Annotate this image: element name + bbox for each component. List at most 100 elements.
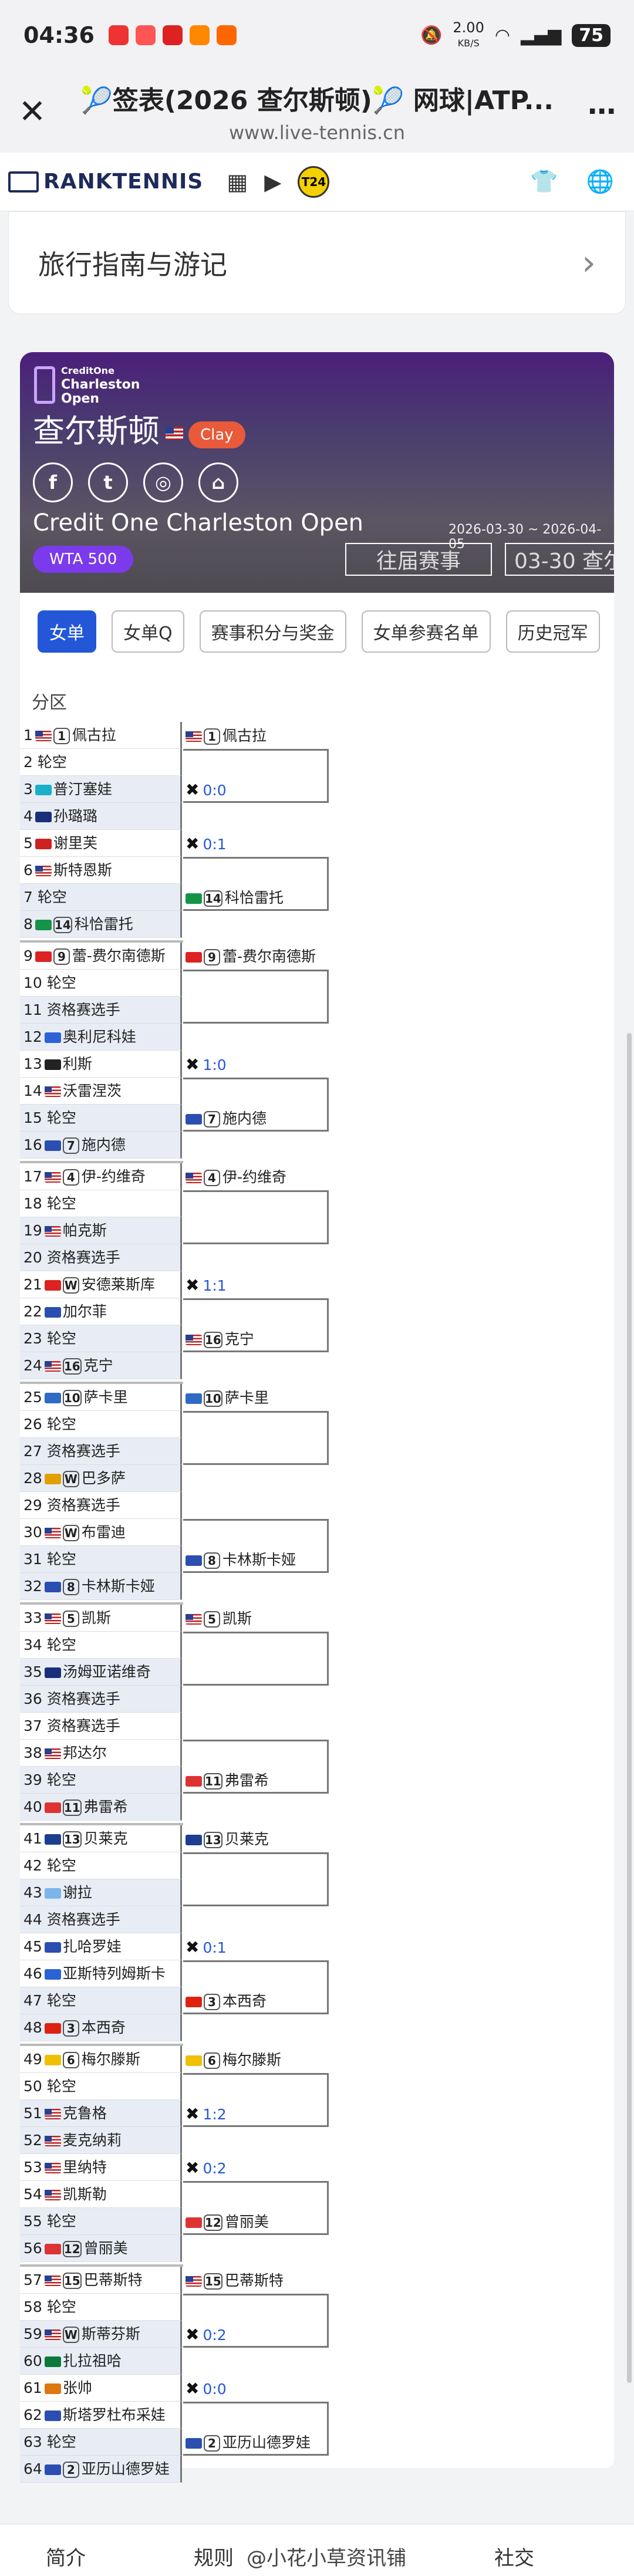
draw-slot[interactable]: 28 W 巴多萨 [20,1465,182,1492]
draw-slot[interactable]: 33 5 凯斯 [20,1605,182,1632]
round2-player[interactable]: 5 凯斯 [183,1607,329,1630]
draw-slot[interactable]: 39 轮空 [20,1767,182,1794]
match-score[interactable]: ✖ 0:1 [183,1936,329,1959]
draw-slot[interactable]: 38 邦达尔 [20,1740,182,1767]
draw-slot[interactable]: 54 凯斯勒 [20,2181,182,2208]
t24-icon[interactable]: T24 [298,166,330,198]
round2-player[interactable]: 6 梅尔滕斯 [183,2048,329,2072]
draw-slot[interactable]: 3 普汀塞娃 [20,776,182,803]
draw-slot[interactable]: 32 8 卡林斯卡娅 [20,1573,182,1600]
draw-slot[interactable]: 5 谢里芙 [20,830,182,857]
tab-entry-list[interactable]: 女单参赛名单 [361,610,491,653]
draw-slot[interactable]: 62 斯塔罗杜布采娃 [20,2402,182,2429]
nav-rules[interactable]: 规则 [194,2542,234,2571]
draw-slot[interactable]: 42 轮空 [20,1852,182,1879]
draw-slot[interactable]: 19 帕克斯 [20,1217,182,1244]
round2-player[interactable]: 13 贝莱克 [183,1828,329,1851]
draw-slot[interactable]: 31 轮空 [20,1546,182,1573]
draw-slot[interactable]: 34 轮空 [20,1632,182,1659]
draw-slot[interactable]: 26 轮空 [20,1411,182,1438]
travel-guide-link[interactable]: 旅行指南与游记 › [8,211,626,314]
draw-slot[interactable]: 17 4 伊-约维奇 [20,1163,182,1190]
draw-slot[interactable]: 30 W 布雷迪 [20,1519,182,1546]
more-menu-icon[interactable]: ⋯ [569,95,634,128]
draw-slot[interactable]: 12 奥利尼科娃 [20,1024,182,1051]
facebook-icon[interactable]: f [33,462,73,502]
round2-player[interactable]: 4 伊-约维奇 [183,1166,329,1189]
draw-slot[interactable]: 50 轮空 [20,2073,182,2100]
grid-icon[interactable]: ▦ [227,169,248,195]
draw-slot[interactable]: 57 15 巴蒂斯特 [20,2267,182,2294]
draw-slot[interactable]: 64 2 亚历山德罗娃 [20,2456,182,2483]
date-select[interactable]: 03-30 查尔 [505,543,614,576]
past-editions-button[interactable]: 往届赛事 [345,543,492,576]
video-icon[interactable]: ▶ [264,169,281,195]
tab-points-prize[interactable]: 赛事积分与奖金 [199,610,346,653]
tab-qualifying[interactable]: 女单Q [112,610,184,653]
tab-past-champions[interactable]: 历史冠军 [505,610,600,653]
draw-slot[interactable]: 8 14 科恰雷托 [20,911,182,938]
shirt-icon[interactable]: 👕 [530,168,558,195]
draw-slot[interactable]: 37 资格赛选手 [20,1713,182,1740]
match-score[interactable]: ✖ 1:0 [183,1053,329,1076]
draw-slot[interactable]: 4 孙璐璐 [20,803,182,830]
draw-slot[interactable]: 20 资格赛选手 [20,1244,182,1271]
draw-slot[interactable]: 63 轮空 [20,2429,182,2456]
draw-slot[interactable]: 45 扎哈罗娃 [20,1933,182,1960]
draw-slot[interactable]: 46 亚斯特列姆斯卡 [20,1960,182,1987]
draw-slot[interactable]: 47 轮空 [20,1987,182,2014]
draw-slot[interactable]: 29 资格赛选手 [20,1492,182,1519]
match-score[interactable]: ✖ 1:1 [183,1274,329,1297]
draw-slot[interactable]: 2 轮空 [20,749,182,776]
round2-player[interactable]: 9 蕾-费尔南德斯 [183,945,329,968]
nav-intro[interactable]: 简介 [46,2542,86,2571]
draw-slot[interactable]: 7 轮空 [20,884,182,911]
draw-slot[interactable]: 10 轮空 [20,970,182,997]
close-icon[interactable]: ✕ [0,93,65,131]
scrollbar[interactable] [627,1033,632,2383]
nav-social[interactable]: 社交 [494,2542,534,2571]
match-score[interactable]: ✖ 0:1 [183,832,329,856]
draw-slot[interactable]: 9 9 蕾-费尔南德斯 [20,943,182,970]
draw-slot[interactable]: 13 利斯 [20,1051,182,1078]
draw-slot[interactable]: 35 汤姆亚诺维奇 [20,1659,182,1686]
draw-slot[interactable]: 41 13 贝莱克 [20,1825,182,1852]
draw-slot[interactable]: 6 斯特恩斯 [20,857,182,884]
draw-slot[interactable]: 53 里纳特 [20,2154,182,2181]
draw-slot[interactable]: 36 资格赛选手 [20,1686,182,1713]
draw-slot[interactable]: 14 沃雷涅茨 [20,1078,182,1105]
match-score[interactable]: ✖ 0:0 [183,2377,329,2401]
twitter-icon[interactable]: t [88,462,128,502]
draw-slot[interactable]: 24 16 克宁 [20,1352,182,1379]
draw-slot[interactable]: 56 12 曾丽美 [20,2235,182,2262]
draw-slot[interactable]: 58 轮空 [20,2294,182,2321]
draw-slot[interactable]: 59 W 斯蒂芬斯 [20,2321,182,2348]
match-score[interactable]: ✖ 0:2 [183,2156,329,2180]
round2-player[interactable]: 1 佩古拉 [183,724,329,748]
round2-player[interactable]: 10 萨卡里 [183,1386,329,1410]
tab-womens-singles[interactable]: 女单 [38,610,96,653]
draw-slot[interactable]: 27 资格赛选手 [20,1438,182,1465]
site-logo[interactable]: RANKTENNIS [8,170,203,194]
instagram-icon[interactable]: ◎ [143,462,183,502]
draw-slot[interactable]: 40 11 弗雷希 [20,1794,182,1821]
draw-slot[interactable]: 1 1 佩古拉 [20,722,182,749]
draw-slot[interactable]: 61 张帅 [20,2375,182,2402]
draw-slot[interactable]: 25 10 萨卡里 [20,1384,182,1411]
draw-slot[interactable]: 51 克鲁格 [20,2100,182,2127]
draw-slot[interactable]: 48 3 本西奇 [20,2014,182,2041]
draw-slot[interactable]: 22 加尔菲 [20,1298,182,1325]
draw-slot[interactable]: 52 麦克纳莉 [20,2127,182,2154]
draw-slot[interactable]: 43 谢拉 [20,1879,182,1906]
draw-slot[interactable]: 15 轮空 [20,1105,182,1132]
draw-slot[interactable]: 21 W 安德莱斯库 [20,1271,182,1298]
draw-slot[interactable]: 18 轮空 [20,1190,182,1217]
draw-slot[interactable]: 11 资格赛选手 [20,997,182,1024]
draw-slot[interactable]: 55 轮空 [20,2208,182,2235]
draw-slot[interactable]: 49 6 梅尔滕斯 [20,2046,182,2073]
round2-player[interactable]: 15 巴蒂斯特 [183,2269,329,2293]
home-icon[interactable]: ⌂ [198,462,238,502]
globe-icon[interactable]: 🌐 [586,168,614,195]
draw-slot[interactable]: 44 资格赛选手 [20,1906,182,1933]
draw-slot[interactable]: 60 扎拉祖哈 [20,2348,182,2375]
